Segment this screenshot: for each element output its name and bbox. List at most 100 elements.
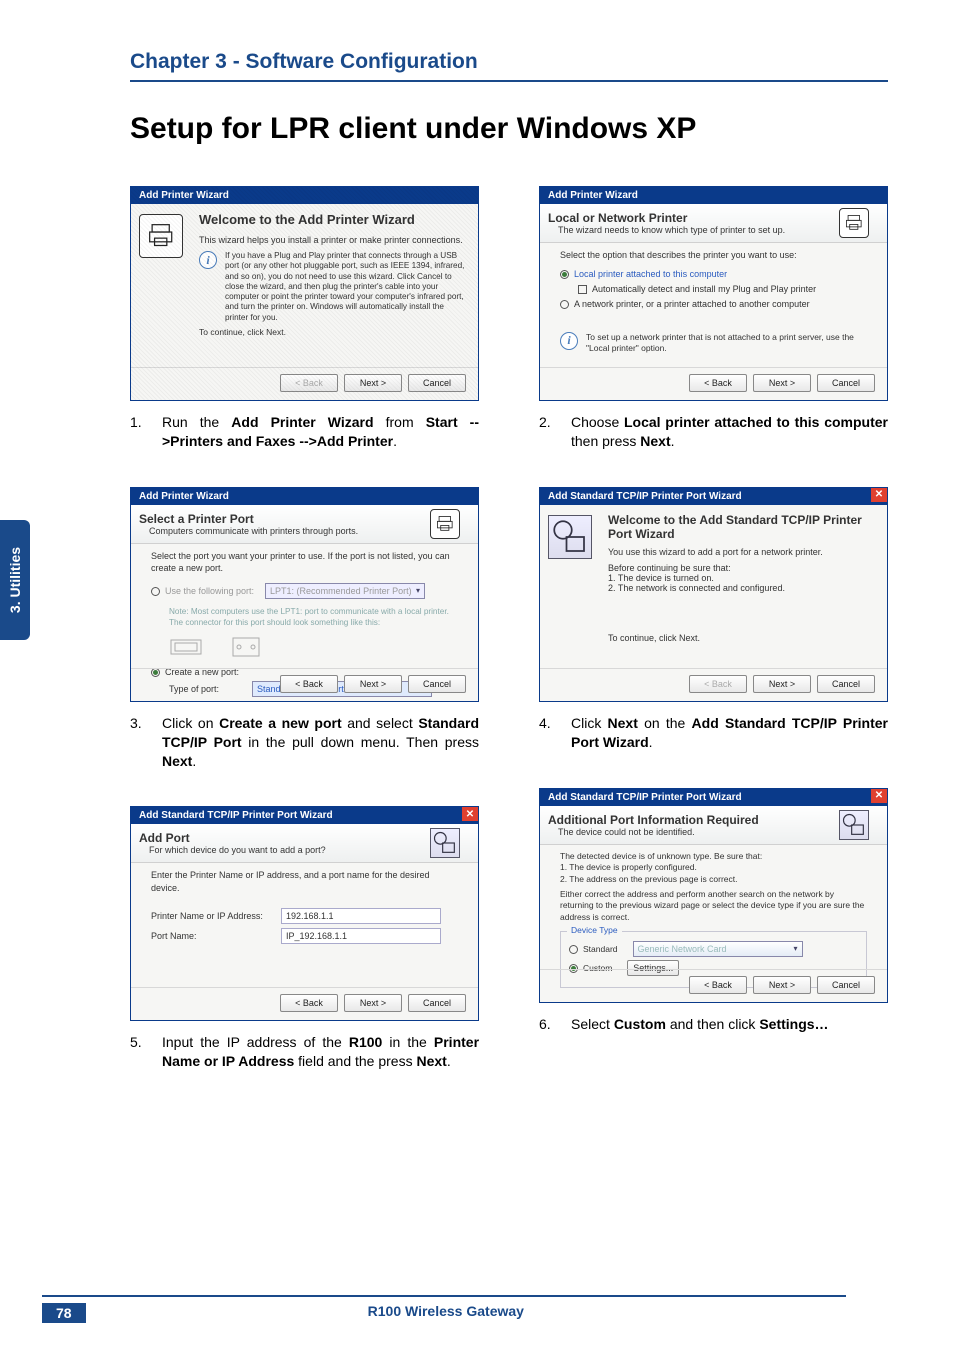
dialog-intro: You use this wizard to add a port for a … xyxy=(608,547,877,557)
dialog-title: Add Printer Wizard xyxy=(540,187,887,204)
dialog-title: Add Standard TCP/IP Printer Port Wizard xyxy=(131,807,478,824)
dialog-intro: This wizard helps you install a printer … xyxy=(199,235,468,245)
page-title: Setup for LPR client under Windows XP xyxy=(130,112,888,146)
step-number: 3. xyxy=(130,714,144,771)
dialog-heading: Welcome to the Add Printer Wizard xyxy=(199,212,415,227)
dialog-heading: Local or Network Printer xyxy=(548,211,839,225)
radio-use-port[interactable] xyxy=(151,587,160,596)
dialog-heading: Select a Printer Port xyxy=(139,512,430,526)
checkbox-auto-detect[interactable] xyxy=(578,285,587,294)
step-number: 5. xyxy=(130,1033,144,1071)
back-button[interactable]: < Back xyxy=(280,994,338,1012)
cancel-button[interactable]: Cancel xyxy=(408,994,466,1012)
next-button[interactable]: Next > xyxy=(753,976,811,994)
dialog-continue: To continue, click Next. xyxy=(608,633,877,643)
close-icon[interactable]: ✕ xyxy=(871,789,887,803)
step-text: Click Next on the Add Standard TCP/IP Pr… xyxy=(571,714,888,752)
radio-label: Local printer attached to this computer xyxy=(574,268,727,280)
cancel-button[interactable]: Cancel xyxy=(408,675,466,693)
network-printer-icon xyxy=(430,828,460,858)
dialog-prompt: Select the port you want your printer to… xyxy=(151,550,458,574)
dialog-note: Note: Most computers use the LPT1: port … xyxy=(151,602,458,632)
next-button[interactable]: Next > xyxy=(344,675,402,693)
step-text: Input the IP address of the R100 in the … xyxy=(162,1033,479,1071)
port-name-input[interactable]: IP_192.168.1.1 xyxy=(281,928,441,944)
cancel-button[interactable]: Cancel xyxy=(817,976,875,994)
dialog-title: Add Printer Wizard xyxy=(131,488,478,505)
dialog-prompt: Select the option that describes the pri… xyxy=(560,249,867,261)
back-button[interactable]: < Back xyxy=(689,374,747,392)
cancel-button[interactable]: Cancel xyxy=(408,374,466,392)
product-name: R100 Wireless Gateway xyxy=(86,1303,806,1323)
radio-label: Use the following port: xyxy=(165,585,254,597)
radio-label: Standard xyxy=(583,944,618,955)
screenshot-step5: Add Standard TCP/IP Printer Port Wizard … xyxy=(130,806,479,1021)
screenshot-step1: Add Printer Wizard Welcome to the Add Pr… xyxy=(130,186,479,401)
ip-address-label: Printer Name or IP Address: xyxy=(151,910,271,922)
connector-icon xyxy=(169,632,209,660)
dialog-title: Add Printer Wizard xyxy=(131,187,478,204)
dialog-info: If you have a Plug and Play printer that… xyxy=(225,251,468,323)
step-number: 6. xyxy=(539,1015,553,1034)
before-label: Before continuing be sure that: xyxy=(608,563,877,573)
before-item2: 2. The network is connected and configur… xyxy=(608,583,877,593)
radio-network-printer[interactable] xyxy=(560,300,569,309)
next-button[interactable]: Next > xyxy=(753,374,811,392)
msg2: Either correct the address and perform a… xyxy=(560,889,867,923)
groupbox-label: Device Type xyxy=(567,925,622,936)
next-button[interactable]: Next > xyxy=(753,675,811,693)
radio-standard[interactable] xyxy=(569,945,578,954)
network-printer-icon xyxy=(548,515,592,559)
step-text: Click on Create a new port and select St… xyxy=(162,714,479,771)
screenshot-step3: Add Printer Wizard Select a Printer Port… xyxy=(130,487,479,702)
network-printer-icon xyxy=(839,810,869,840)
radio-label: A network printer, or a printer attached… xyxy=(574,298,810,310)
cancel-button[interactable]: Cancel xyxy=(817,675,875,693)
back-button[interactable]: < Back xyxy=(689,976,747,994)
port-dropdown[interactable]: LPT1: (Recommended Printer Port)▾ xyxy=(265,583,425,599)
dialog-title: Add Standard TCP/IP Printer Port Wizard xyxy=(540,789,887,806)
msg1-item1: 1. The device is properly configured. xyxy=(560,862,867,873)
port-name-label: Port Name: xyxy=(151,930,271,942)
step-text: Select Custom and then click Settings… xyxy=(571,1015,888,1034)
printer-icon xyxy=(139,214,183,258)
standard-dropdown[interactable]: Generic Network Card▾ xyxy=(633,941,803,957)
page-number: 78 xyxy=(42,1303,86,1323)
step-number: 2. xyxy=(539,413,553,451)
back-button[interactable]: < Back xyxy=(280,374,338,392)
step-number: 1. xyxy=(130,413,144,451)
printer-icon xyxy=(430,509,460,539)
dialog-continue: To continue, click Next. xyxy=(199,327,468,337)
next-button[interactable]: Next > xyxy=(344,374,402,392)
msg1: The detected device is of unknown type. … xyxy=(560,851,867,862)
checkbox-label: Automatically detect and install my Plug… xyxy=(592,283,816,295)
dialog-heading: Welcome to the Add Standard TCP/IP Print… xyxy=(608,513,862,541)
radio-local-printer[interactable] xyxy=(560,270,569,279)
screenshot-step4: Add Standard TCP/IP Printer Port Wizard … xyxy=(539,487,888,702)
step-text: Run the Add Printer Wizard from Start --… xyxy=(162,413,479,451)
info-icon: i xyxy=(199,251,217,269)
chapter-heading: Chapter 3 - Software Configuration xyxy=(130,50,888,82)
next-button[interactable]: Next > xyxy=(344,994,402,1012)
dialog-subheading: For which device do you want to add a po… xyxy=(139,845,430,855)
dialog-prompt: Enter the Printer Name or IP address, an… xyxy=(151,869,458,893)
close-icon[interactable]: ✕ xyxy=(871,488,887,502)
before-item1: 1. The device is turned on. xyxy=(608,573,877,583)
screenshot-step2: Add Printer Wizard Local or Network Prin… xyxy=(539,186,888,401)
connector-icon xyxy=(229,632,269,660)
info-icon: i xyxy=(560,332,578,350)
dialog-heading: Additional Port Information Required xyxy=(548,813,839,827)
page-footer: 78 R100 Wireless Gateway xyxy=(0,1295,954,1323)
step-text: Choose Local printer attached to this co… xyxy=(571,413,888,451)
dialog-subheading: Computers communicate with printers thro… xyxy=(139,526,430,536)
dialog-title: Add Standard TCP/IP Printer Port Wizard xyxy=(540,488,887,505)
back-button[interactable]: < Back xyxy=(280,675,338,693)
dialog-heading: Add Port xyxy=(139,831,430,845)
printer-icon xyxy=(839,208,869,238)
dialog-subheading: The wizard needs to know which type of p… xyxy=(548,225,839,235)
ip-address-input[interactable]: 192.168.1.1 xyxy=(281,908,441,924)
back-button[interactable]: < Back xyxy=(689,675,747,693)
close-icon[interactable]: ✕ xyxy=(462,807,478,821)
msg1-item2: 2. The address on the previous page is c… xyxy=(560,874,867,885)
cancel-button[interactable]: Cancel xyxy=(817,374,875,392)
